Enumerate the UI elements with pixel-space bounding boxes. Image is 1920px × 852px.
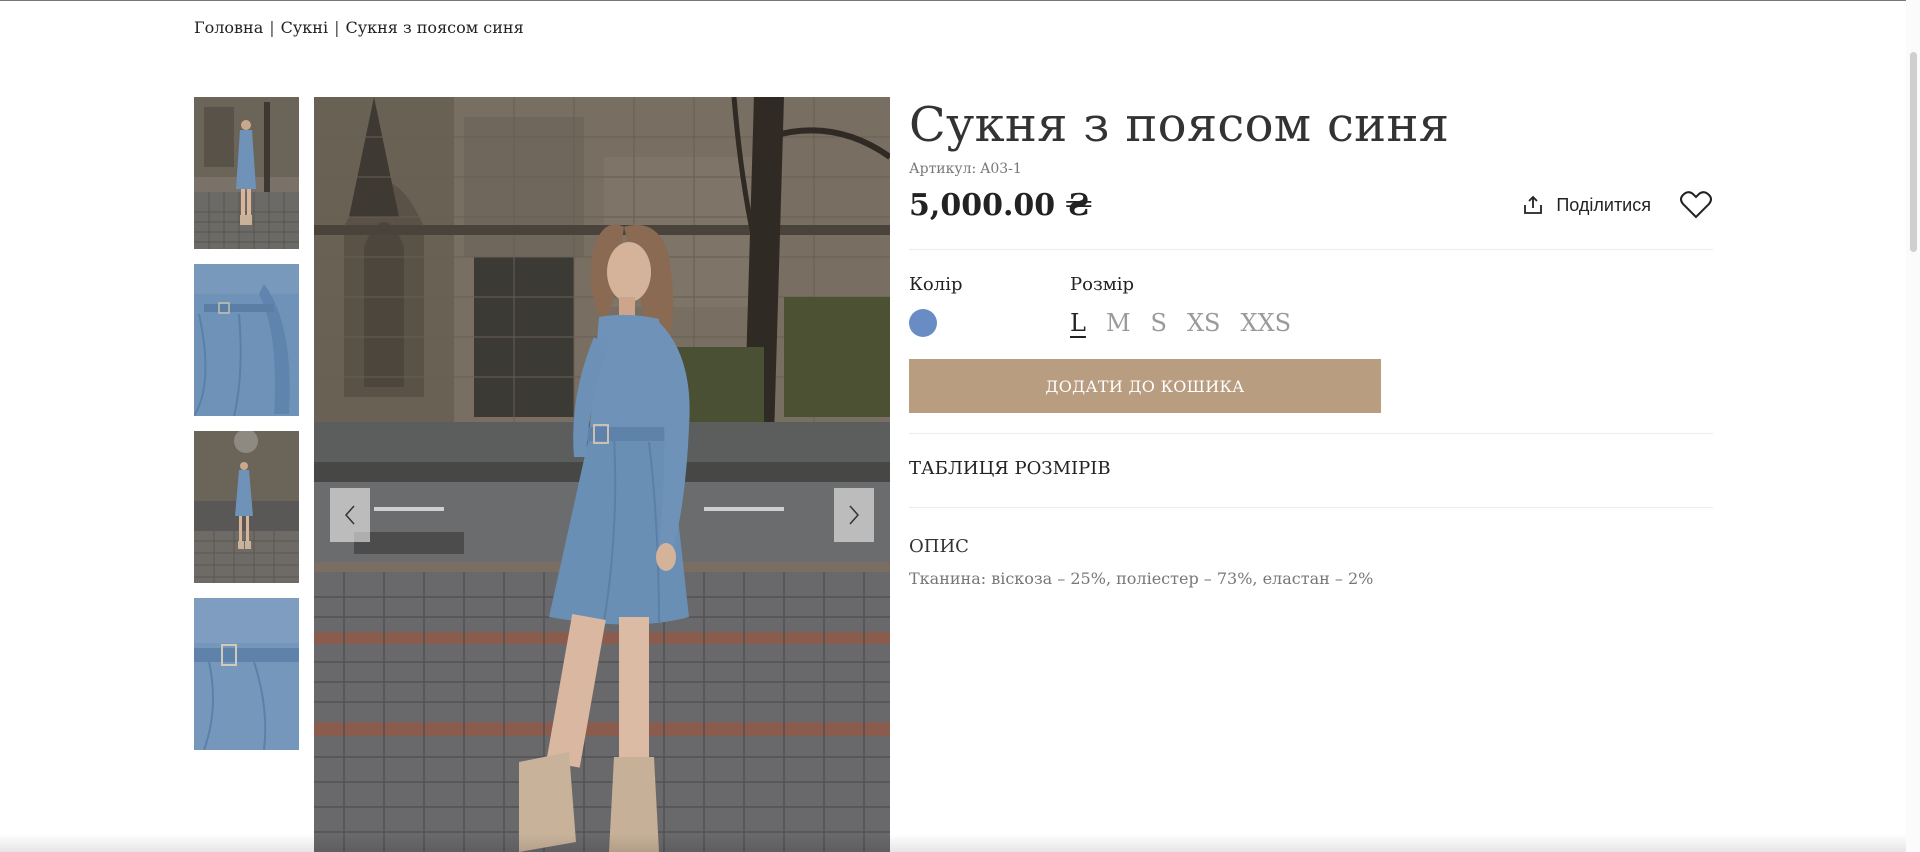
- thumbnail-list: [194, 97, 299, 765]
- price-row: 5,000.00 ₴ Поділитися: [909, 183, 1713, 227]
- product-sku: Артикул: A03-1: [909, 161, 1713, 177]
- size-xs[interactable]: XS: [1187, 309, 1221, 337]
- scrollbar[interactable]: [1906, 0, 1920, 852]
- product-options: Колір Розмір L M S XS XXS: [909, 274, 1713, 337]
- description-text: Тканина: віскоза – 25%, поліестер – 73%,…: [909, 569, 1374, 588]
- divider: [909, 249, 1713, 250]
- breadcrumb-current: Сукня з поясом синя: [345, 18, 524, 37]
- bottom-shadow: [0, 834, 1906, 852]
- color-swatch-blue[interactable]: [909, 309, 937, 337]
- sku-value: A03-1: [980, 161, 1022, 177]
- add-to-cart-button[interactable]: ДОДАТИ ДО КОШИКА: [909, 359, 1381, 413]
- size-xxs[interactable]: XXS: [1241, 309, 1292, 337]
- product-title: Сукня з поясом синя: [909, 97, 1450, 153]
- description-title: ОПИС: [909, 536, 969, 557]
- thumbnail-1[interactable]: [194, 97, 299, 249]
- main-product-image[interactable]: [314, 97, 890, 852]
- breadcrumb: Головна | Сукні | Сукня з поясом синя: [194, 18, 524, 37]
- product-info: Сукня з поясом синя Артикул: A03-1 5,000…: [909, 97, 1713, 588]
- color-option: Колір: [909, 274, 1070, 337]
- top-border: [0, 0, 1920, 1]
- gallery-prev-button[interactable]: [330, 488, 370, 542]
- size-l[interactable]: L: [1070, 309, 1086, 337]
- size-table-toggle[interactable]: ТАБЛИЦЯ РОЗМІРІВ: [909, 434, 1713, 507]
- breadcrumb-separator: |: [269, 18, 275, 37]
- share-label: Поділитися: [1556, 194, 1651, 215]
- chevron-left-icon: [344, 505, 355, 525]
- breadcrumb-separator: |: [334, 18, 340, 37]
- size-s[interactable]: S: [1151, 309, 1167, 337]
- chevron-right-icon: [849, 505, 860, 525]
- size-m[interactable]: M: [1106, 309, 1131, 337]
- sku-label: Артикул:: [909, 161, 977, 177]
- size-list: L M S XS XXS: [1070, 309, 1291, 337]
- scrollbar-thumb[interactable]: [1910, 52, 1917, 252]
- divider: [909, 507, 1713, 508]
- product-actions: Поділитися: [1522, 190, 1713, 220]
- size-option: Розмір L M S XS XXS: [1070, 274, 1291, 337]
- favorite-button[interactable]: [1679, 190, 1713, 220]
- share-icon: [1524, 195, 1543, 214]
- breadcrumb-category[interactable]: Сукні: [281, 18, 328, 37]
- product-price: 5,000.00 ₴: [909, 187, 1092, 223]
- color-label: Колір: [909, 274, 963, 295]
- breadcrumb-home[interactable]: Головна: [194, 18, 263, 37]
- heart-icon: [1680, 191, 1712, 219]
- thumbnail-2[interactable]: [194, 264, 299, 416]
- gallery-next-button[interactable]: [834, 488, 874, 542]
- thumbnail-3[interactable]: [194, 431, 299, 583]
- size-label: Розмір: [1070, 274, 1135, 295]
- share-button[interactable]: Поділитися: [1522, 194, 1651, 216]
- thumbnail-4[interactable]: [194, 598, 299, 750]
